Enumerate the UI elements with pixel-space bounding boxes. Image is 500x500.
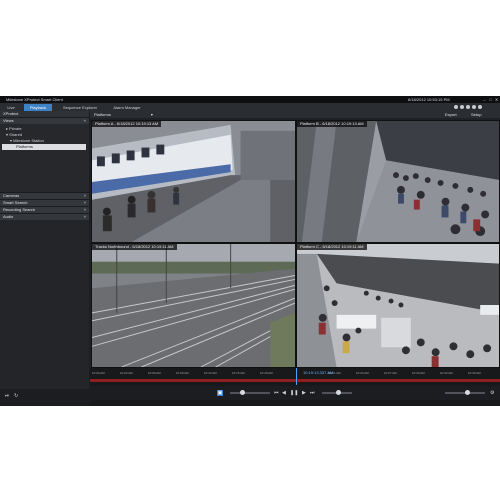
camera-tile-tracks-northbound[interactable]: Tracks Northbound - 6/18/2012 10:19:11 A… <box>91 243 296 368</box>
next-icon[interactable]: ⏭ <box>310 390 315 396</box>
section-label: Recording Search <box>3 207 36 212</box>
camera-feed-image <box>297 244 499 367</box>
tick-label: 10:18 AM <box>260 371 273 375</box>
tick-label: 10:09 AM <box>176 371 189 375</box>
speed-slider[interactable] <box>230 390 270 395</box>
tab-sequence-explorer[interactable]: Sequence Explorer <box>57 104 103 111</box>
slider-knob[interactable] <box>336 390 341 395</box>
timeline-ruler: 10:00 AM 10:03 AM 10:06 AM 10:09 AM 10:1… <box>90 371 500 377</box>
app-title: Milestone XProtect Smart Client <box>6 97 63 102</box>
section-audio[interactable]: Audio ˅ <box>0 213 89 220</box>
camera-tile-platform-b[interactable]: Platform B - 6/18/2012 10:19:13 AM <box>296 120 500 243</box>
toolbar-icons <box>452 105 482 110</box>
timeline[interactable]: 10:00 AM 10:03 AM 10:06 AM 10:09 AM 10:1… <box>90 368 500 406</box>
mode-button[interactable]: ⏯ <box>5 393 9 399</box>
section-label: Audio <box>3 214 14 219</box>
minimize-button[interactable]: – <box>482 97 487 102</box>
title-bar: Milestone XProtect Smart Client 6/18/201… <box>0 96 500 103</box>
camera-feed-image <box>92 121 295 242</box>
timespan-slider[interactable] <box>445 390 485 395</box>
play-icon[interactable]: ▶ <box>302 390 306 396</box>
sidebar: XProtect Views ˄ ▸ Private ▾ Shared ▾ Mi… <box>0 111 89 406</box>
view-selector[interactable]: Platforms ▾ <box>94 112 153 117</box>
export-button[interactable]: Export <box>445 112 457 117</box>
camera-title: Platform A - 6/18/2012 10:19:13 AM <box>92 121 162 127</box>
sidebar-footer: ⏯ ↻ <box>0 389 89 406</box>
info-icon[interactable] <box>478 105 482 109</box>
help-icon[interactable] <box>460 105 464 109</box>
tick-label: 10:12 AM <box>204 371 217 375</box>
camera-title: Platform C - 6/18/2012 10:19:11 AM <box>297 244 367 250</box>
current-time-label: 10:19:13.337 AM <box>303 370 334 375</box>
chevron-down-icon: ▾ <box>150 112 153 117</box>
section-recording-search[interactable]: Recording Search ˅ <box>0 206 89 213</box>
view-name: Platforms <box>94 112 111 117</box>
main-area: Platforms ▾ Export Setup Platform A - 6/1… <box>90 111 500 406</box>
zoom-slider[interactable] <box>322 390 352 395</box>
views-section-header[interactable]: Views ˄ <box>0 117 89 124</box>
camera-title: Tracks Northbound - 6/18/2012 10:19:11 A… <box>92 244 177 250</box>
maximize-button[interactable]: □ <box>488 97 493 102</box>
tab-live[interactable]: Live <box>4 104 18 111</box>
tick-label: 10:06 AM <box>148 371 161 375</box>
recording-bar <box>90 379 500 382</box>
camera-feed-image <box>297 121 499 242</box>
chevron-down-icon: ˅ <box>83 214 86 219</box>
tab-alarm-manager[interactable]: Alarm Manager <box>108 104 146 111</box>
logout-icon[interactable] <box>472 105 476 109</box>
camera-title: Platform B - 6/18/2012 10:19:13 AM <box>297 121 367 127</box>
settings-icon[interactable]: ⚙ <box>490 390 494 396</box>
tick-label: 10:33 AM <box>440 371 453 375</box>
slider-knob[interactable] <box>465 390 470 395</box>
tick-label: 10:03 AM <box>120 371 133 375</box>
playback-controls: ▣ ⏮ ◀ ❚❚ ▶ ⏭ ⚙ <box>90 386 500 400</box>
camera-tile-platform-c[interactable]: Platform C - 6/18/2012 10:19:11 AM <box>296 243 500 368</box>
views-label: Views <box>3 118 14 123</box>
timeline-cursor[interactable] <box>296 368 297 385</box>
tab-bar: Live Playback Sequence Explorer Alarm Ma… <box>0 103 500 111</box>
app-window: Milestone XProtect Smart Client 6/18/201… <box>0 96 500 406</box>
clock: 6/18/2012 10:53:15 PM <box>408 97 450 102</box>
setup-button[interactable]: Setup <box>471 112 481 117</box>
time-mode-button[interactable]: ▣ <box>217 390 223 396</box>
views-tree: ▸ Private ▾ Shared ▾ Milestone Station P… <box>0 124 89 192</box>
tick-label: 10:30 AM <box>412 371 425 375</box>
prev-icon[interactable]: ⏮ <box>274 390 279 396</box>
tick-label: 10:24 AM <box>356 371 369 375</box>
section-smart-search[interactable]: Smart Search ˅ <box>0 199 89 206</box>
pause-icon[interactable]: ❚❚ <box>290 390 298 396</box>
view-bar: Platforms ▾ Export Setup <box>90 111 500 118</box>
tick-label: 10:15 AM <box>232 371 245 375</box>
tick-label: 10:00 AM <box>92 371 105 375</box>
slider-knob[interactable] <box>240 390 245 395</box>
section-label: Smart Search <box>3 200 28 205</box>
chevron-up-icon[interactable]: ˄ <box>84 118 86 124</box>
close-button[interactable]: ✕ <box>494 97 499 102</box>
tree-item-platforms[interactable]: Platforms <box>2 144 86 150</box>
camera-feed-image <box>92 244 295 367</box>
options-icon[interactable] <box>454 105 458 109</box>
status-icon[interactable] <box>466 105 470 109</box>
section-cameras[interactable]: Cameras ˅ <box>0 192 89 199</box>
tick-label: 10:36 AM <box>468 371 481 375</box>
tick-label: 10:27 AM <box>384 371 397 375</box>
rewind-icon[interactable]: ◀ <box>282 390 286 396</box>
camera-tile-platform-a[interactable]: Platform A - 6/18/2012 10:19:13 AM <box>91 120 296 243</box>
section-label: Cameras <box>3 193 20 198</box>
tab-playback[interactable]: Playback <box>24 104 52 111</box>
refresh-icon[interactable]: ↻ <box>14 393 18 399</box>
